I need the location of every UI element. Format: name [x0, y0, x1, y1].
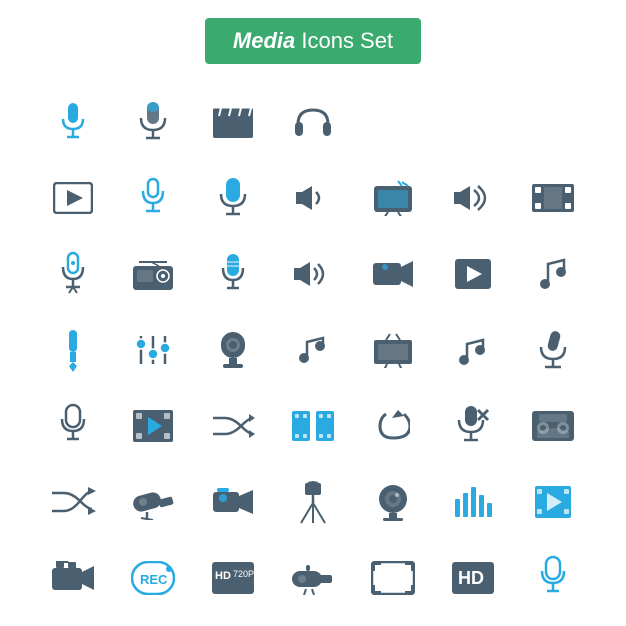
- page: Media Icons Set: [0, 0, 626, 626]
- mic-cross-icon: [433, 388, 513, 464]
- hd720-icon: HD 720P: [193, 540, 273, 616]
- radio-icon: [113, 236, 193, 312]
- mic-stand2-icon: [33, 236, 113, 312]
- music-note2-icon: [273, 312, 353, 388]
- svg-text:REC: REC: [140, 572, 168, 587]
- title-box: Media Icons Set: [205, 18, 421, 64]
- svg-text:HD: HD: [458, 568, 484, 588]
- mic-angle-icon: [513, 312, 593, 388]
- mic-outline2-icon: [513, 540, 593, 616]
- rec-icon: REC: [113, 540, 193, 616]
- eq-bars-icon: [433, 464, 513, 540]
- video-cam-icon: [353, 236, 433, 312]
- screen-icon: [353, 540, 433, 616]
- tv2-icon: [353, 312, 433, 388]
- film-strip-icon: [513, 160, 593, 236]
- headphones-icon: [273, 84, 353, 160]
- sec-cam-icon: [273, 540, 353, 616]
- shuffle-icon: [193, 388, 273, 464]
- speaker-high-icon: [433, 160, 513, 236]
- title-normal: Icons Set: [295, 28, 393, 53]
- mic-blue-icon: [193, 160, 273, 236]
- svg-text:720P: 720P: [233, 569, 254, 579]
- film-small-icon: [513, 464, 593, 540]
- header: Media Icons Set: [0, 0, 626, 74]
- mic-capsule-icon: [193, 236, 273, 312]
- webcam-icon: [193, 312, 273, 388]
- play-box2-icon: [433, 236, 513, 312]
- webcam2-icon: [353, 464, 433, 540]
- mic-stand-icon: [113, 160, 193, 236]
- film-reel-icon: [113, 388, 193, 464]
- music-note3-icon: [433, 312, 513, 388]
- camcorder-icon: [193, 464, 273, 540]
- clapper-icon: [193, 84, 273, 160]
- cassette-icon: [513, 388, 593, 464]
- cctv-icon: [113, 464, 193, 540]
- speaker-med-icon: [273, 236, 353, 312]
- speaker-low-icon: [273, 160, 353, 236]
- music-note-icon: [513, 236, 593, 312]
- refresh-icon: [353, 388, 433, 464]
- tv-icon: [353, 160, 433, 236]
- title-bold: Media: [233, 28, 295, 53]
- movie-cam-icon: [33, 540, 113, 616]
- mic-outline-icon: [33, 388, 113, 464]
- film-grid-icon: [273, 388, 353, 464]
- play-box-icon: [33, 160, 113, 236]
- marker-icon: [33, 312, 113, 388]
- mic-large-icon: [113, 84, 193, 160]
- eq-sliders-icon: [113, 312, 193, 388]
- svg-text:HD: HD: [215, 570, 231, 582]
- hd-icon: HD: [433, 540, 513, 616]
- mic-simple-icon: [33, 84, 113, 160]
- icons-grid: REC HD 720P: [0, 74, 626, 626]
- shuffle2-icon: [33, 464, 113, 540]
- cam-tripod-icon: [273, 464, 353, 540]
